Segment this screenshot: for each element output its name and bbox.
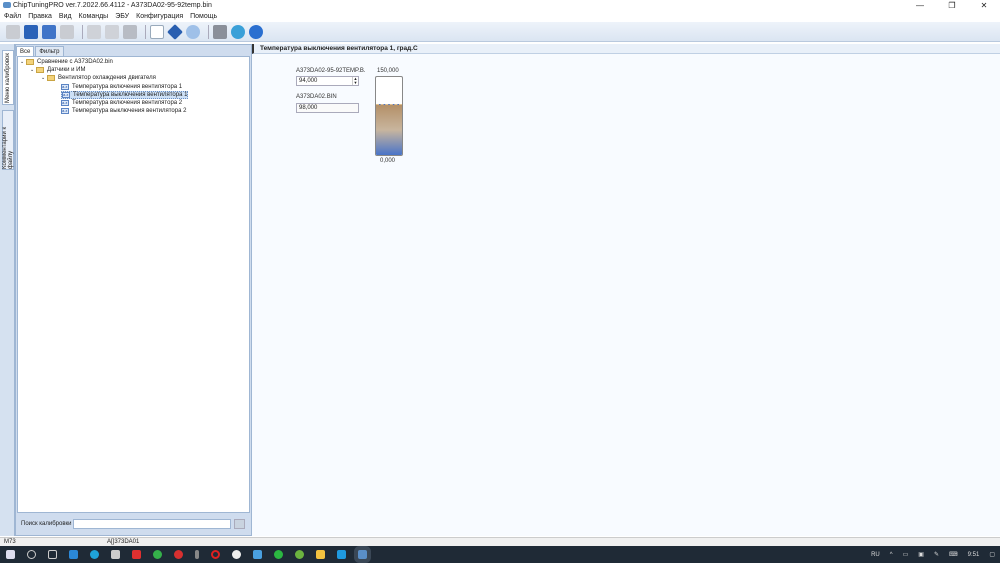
menu-bar: Файл Правка Вид Команды ЭБУ Конфигурация… [0,11,1000,22]
tree-leaf[interactable]: a.z Температура включения вентилятора 2 [61,99,182,107]
calibration-value-icon: a.z [61,84,69,90]
search-button[interactable] [234,519,245,529]
save-as-icon[interactable] [42,24,56,39]
chat-icon[interactable] [153,550,162,559]
tab-all[interactable]: Все [16,46,35,56]
calibration-tree: ⌄ Сравнение с A373DA02.bin ⌄ Датчики и ИМ … [17,56,250,513]
explorer-icon[interactable] [316,550,325,559]
tools-icon[interactable] [213,24,227,39]
toolbar [0,22,1000,42]
menu-file[interactable]: Файл [4,13,21,20]
edge-icon[interactable] [90,550,99,559]
menu-ecu[interactable]: ЭБУ [115,13,129,20]
close-button[interactable]: ✕ [968,0,1000,11]
calibration-value-icon: a.z [62,92,70,98]
vertical-tab-strip: Меню калибровок Комментарии к файлу [0,44,15,536]
folder-icon [26,59,34,65]
tree-node-comparison[interactable]: ⌄ Сравнение с A373DA02.bin [20,58,113,66]
search-label: Поиск калибровки [21,521,72,527]
editor-title: Температура выключения вентилятора 1, гр… [252,44,1000,54]
keyboard-icon[interactable]: ⌨ [949,551,958,558]
language-indicator[interactable]: RU [871,552,880,558]
whatsapp-icon[interactable] [274,550,283,559]
title-bar: ChipTuningPRO ver.7.2022.66.4112 - A373D… [0,0,1000,11]
status-bar: M73 A[]373DA01 [0,537,1000,546]
file2-value-field: 98,000 [296,103,359,113]
network-icon[interactable]: ▭ [903,551,909,558]
restore-button[interactable]: ❐ [936,0,968,11]
menu-commands[interactable]: Команды [79,13,109,20]
spinner-icon[interactable]: ▲ ▼ [352,77,358,85]
yandex-icon[interactable] [232,550,241,559]
file2-label: A373DA02.BIN [296,94,337,100]
open-icon[interactable] [6,24,20,39]
app-icon [3,2,11,8]
menu-configuration[interactable]: Конфигурация [136,13,183,20]
tab-filter[interactable]: Фильтр [35,46,64,56]
search-icon[interactable] [27,550,36,559]
store-icon[interactable] [111,550,120,559]
folder-icon [36,67,44,73]
value-gauge[interactable] [375,76,403,156]
clock[interactable]: 9:51 [968,552,980,558]
window-title: ChipTuningPRO ver.7.2022.66.4112 - A373D… [13,2,212,9]
tab-file-comments[interactable]: Комментарии к файлу [2,110,14,170]
minimize-button[interactable]: — [904,0,936,11]
skype-icon[interactable] [337,550,346,559]
file1-value-input[interactable]: 94,000 ▲ ▼ [296,76,359,86]
taskbar: RU ^ ▭ ▣ ✎ ⌨ 9:51 ▢ [0,546,1000,563]
file1-label: A373DA02-95-92TEMP.B. [296,68,366,74]
start-icon[interactable] [6,550,15,559]
tree-leaf-selected[interactable]: a.z Температура выключения вентилятора 1 [61,91,189,99]
app-icon[interactable] [174,550,183,559]
tree-leaf[interactable]: a.z Температура включения вентилятора 1 [61,83,182,91]
chiptuning-taskbar-icon[interactable] [358,550,367,559]
menu-view[interactable]: Вид [59,13,72,20]
print-icon[interactable] [60,24,74,39]
search-input[interactable] [73,519,231,529]
compare-icon[interactable] [150,24,164,39]
search-icon[interactable] [186,24,200,39]
youtube-icon[interactable] [132,550,141,559]
folder-icon [47,75,55,81]
notification-app-icon[interactable]: ▣ [918,551,924,558]
ecu-info-icon[interactable] [167,23,183,40]
tree-node-sensors[interactable]: ⌄ Датчики и ИМ [30,66,85,74]
tray-chevron-icon[interactable]: ^ [890,552,893,558]
tree-node-cooling-fan[interactable]: ⌄ Вентилятор охлаждения двигателя [41,74,156,82]
gauge-min-label: 0,000 [380,158,396,164]
paste-icon[interactable] [105,24,119,39]
mail-icon[interactable] [69,550,78,559]
undo-icon[interactable] [123,24,137,39]
utorrent-icon[interactable] [295,550,304,559]
calibration-value-icon: a.z [61,108,69,114]
save-icon[interactable] [24,24,38,39]
help-icon[interactable] [249,24,263,39]
gauge-max-label: 150,000 [377,68,399,74]
action-center-icon[interactable]: ▢ [989,551,995,558]
gauge-fill [376,104,402,155]
calibration-panel: Все Фильтр ⌄ Сравнение с A373DA02.bin ⌄ Да… [15,44,252,536]
tree-leaf[interactable]: a.z Температура выключения вентилятора 2 [61,107,186,115]
app-icon[interactable] [253,550,262,559]
menu-edit[interactable]: Правка [28,13,52,20]
copy-icon[interactable] [87,24,101,39]
task-view-icon[interactable] [48,550,57,559]
menu-help[interactable]: Помощь [190,13,217,20]
calibration-editor: Температура выключения вентилятора 1, гр… [252,44,1000,536]
tools-tray-icon[interactable]: ✎ [934,551,939,558]
opera-icon[interactable] [211,550,220,559]
calibration-value-icon: a.z [61,100,69,106]
tab-calibration-menu[interactable]: Меню калибровок [2,50,14,105]
update-icon[interactable] [231,24,245,39]
speaker-app-icon[interactable] [195,550,199,559]
